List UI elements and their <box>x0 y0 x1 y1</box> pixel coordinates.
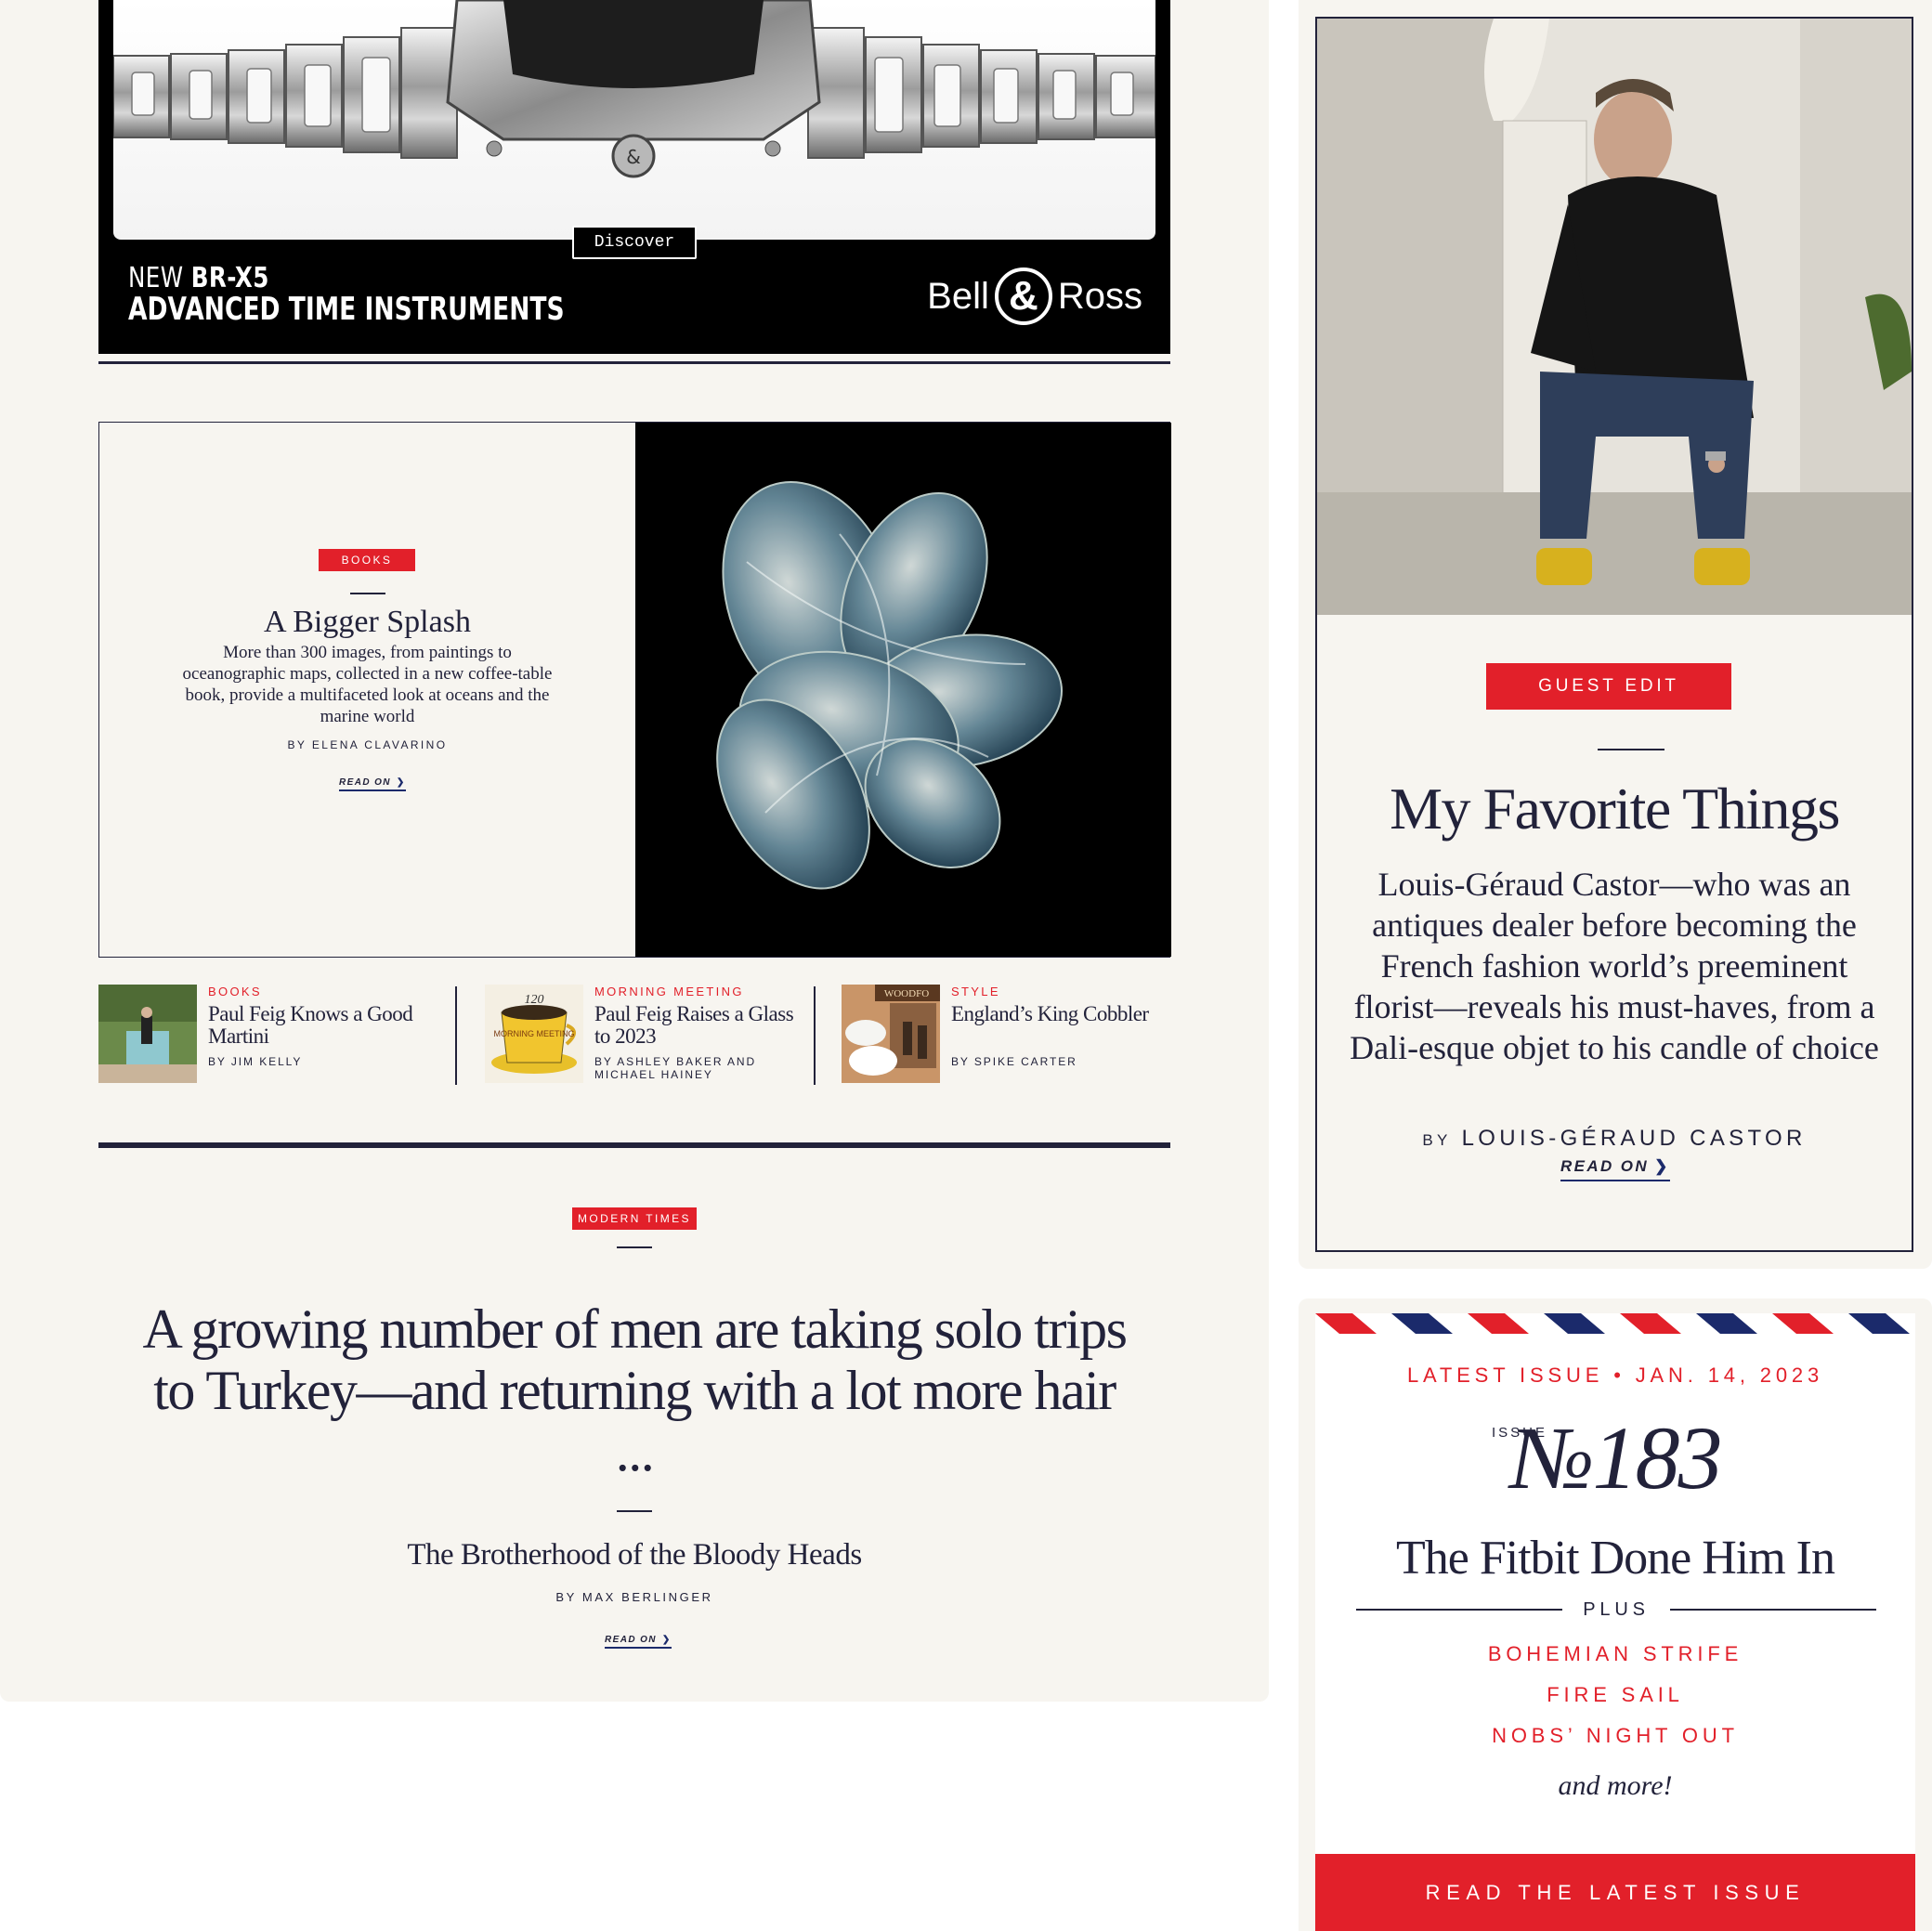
glass-sculpture-image[interactable] <box>635 423 1171 957</box>
issue-cover-story-title[interactable]: The Fitbit Done Him In <box>1315 1531 1915 1585</box>
mini-byline[interactable]: BY SPIKE CARTER <box>951 1055 1077 1068</box>
mini-byline[interactable]: BY JIM KELLY <box>208 1055 302 1068</box>
mini-kicker[interactable]: STYLE <box>951 985 1000 998</box>
section-divider <box>98 1142 1170 1148</box>
and-more-text: and more! <box>1558 1770 1673 1801</box>
feature-byline[interactable]: BY ELENA CLAVARINO <box>99 738 635 751</box>
paul-feig-pool-thumbnail[interactable] <box>98 985 197 1083</box>
issue-story-link[interactable]: FIRE SAIL <box>1315 1683 1915 1707</box>
issue-story-link[interactable]: NOBS’ NIGHT OUT <box>1315 1724 1915 1748</box>
kicker-divider <box>1598 749 1664 750</box>
books-ribbon[interactable]: BOOKS <box>319 549 415 571</box>
watch-ad-image: & <box>113 0 1155 240</box>
guest-edit-box[interactable]: GUEST EDIT My Favorite Things Louis-Géra… <box>1315 17 1913 1252</box>
bell-ross-ad-banner[interactable]: & Discover NEW BR-X5 ADVANCED TIME INSTR… <box>98 0 1170 354</box>
feature-read-on-link[interactable]: READ ON ❯ <box>339 777 406 791</box>
latest-issue-box[interactable]: LATEST ISSUE • JAN. 14, 2023 ISSUE №183 … <box>1315 1313 1915 1931</box>
ad-tagline: NEW BR-X5 ADVANCED TIME INSTRUMENTS <box>128 262 687 328</box>
chevron-right-icon: ❯ <box>396 777 406 788</box>
guest-edit-card: GUEST EDIT My Favorite Things Louis-Géra… <box>1299 0 1932 1269</box>
modern-times-subhead[interactable]: The Brotherhood of the Bloody Heads <box>0 1538 1269 1572</box>
mini-kicker[interactable]: MORNING MEETING <box>594 985 744 998</box>
modern-read-on-link[interactable]: READ ON ❯ <box>605 1635 672 1649</box>
mini-kicker[interactable]: BOOKS <box>208 985 262 998</box>
ampersand-logo-icon: & <box>994 267 1052 325</box>
kicker-divider <box>350 593 385 594</box>
svg-text:&: & <box>626 146 641 168</box>
kicker-divider <box>617 1246 652 1248</box>
mini-headline[interactable]: Paul Feig Knows a Good Martini <box>208 1003 451 1048</box>
guest-edit-byline[interactable]: BY LOUIS-GÉRAUD CASTOR <box>1317 1126 1912 1152</box>
ad-divider <box>98 361 1170 364</box>
feature-story-card[interactable]: BOOKS A Bigger Splash More than 300 imag… <box>98 422 1171 958</box>
ad-model-line: NEW BR-X5 <box>128 262 269 294</box>
mini-story[interactable]: BOOKS Paul Feig Knows a Good Martini BY … <box>98 985 451 1087</box>
mini-byline[interactable]: BY ASHLEY BAKER AND MICHAEL HAINEY <box>594 1055 799 1081</box>
cobbler-shoes-thumbnail[interactable]: WOODFO <box>842 985 940 1083</box>
guest-edit-ribbon[interactable]: GUEST EDIT <box>1486 663 1731 710</box>
airmail-stripe-border <box>1315 1313 1910 1334</box>
mini-headline[interactable]: Paul Feig Raises a Glass to 2023 <box>594 1003 812 1048</box>
mini-headline[interactable]: England’s King Cobbler <box>951 1003 1149 1025</box>
glass-swirl-illustration <box>716 481 1064 890</box>
ad-slogan: ADVANCED TIME INSTRUMENTS <box>128 291 565 328</box>
column-divider <box>455 986 457 1085</box>
guest-edit-title[interactable]: My Favorite Things <box>1317 775 1912 843</box>
louis-geraud-castor-photo[interactable] <box>1317 19 1912 615</box>
issue-number: №183 <box>1510 1408 1723 1507</box>
guest-edit-deck: Louis-Géraud Castor—who was an antiques … <box>1350 866 1879 1066</box>
feature-text-panel: BOOKS A Bigger Splash More than 300 imag… <box>99 423 635 957</box>
issue-story-link[interactable]: BOHEMIAN STRIFE <box>1315 1642 1915 1666</box>
mini-story[interactable]: WOODFO STYLE England’s King Cobbler BY S… <box>842 985 1176 1087</box>
feature-deck: More than 300 images, from paintings to … <box>182 643 553 726</box>
headline-divider <box>617 1510 652 1512</box>
plus-divider: PLUS <box>1356 1596 1877 1624</box>
svg-text:WOODFO: WOODFO <box>884 988 929 999</box>
guest-read-on-link[interactable]: READ ON ❯ <box>1560 1157 1670 1181</box>
morning-meeting-thumbnail[interactable]: 120 MORNING MEETING <box>485 985 583 1083</box>
feature-title[interactable]: A Bigger Splash <box>99 605 635 640</box>
latest-issue-card: LATEST ISSUE • JAN. 14, 2023 ISSUE №183 … <box>1299 1298 1932 1931</box>
discover-button[interactable]: Discover <box>572 226 697 259</box>
main-column: & Discover NEW BR-X5 ADVANCED TIME INSTR… <box>0 0 1269 1702</box>
modern-times-ribbon[interactable]: MODERN TIMES <box>572 1207 697 1230</box>
read-latest-issue-button[interactable]: READ THE LATEST ISSUE <box>1315 1854 1915 1931</box>
svg-text:MORNING MEETING: MORNING MEETING <box>494 1029 575 1038</box>
modern-times-headline[interactable]: A growing number of men are taking solo … <box>130 1298 1139 1482</box>
bell-ross-logo: Bell & Ross <box>927 267 1142 325</box>
mini-story[interactable]: 120 MORNING MEETING MORNING MEETING Paul… <box>485 985 812 1087</box>
watch-bracelet-illustration: & <box>113 0 1155 178</box>
column-divider <box>814 986 816 1085</box>
chevron-right-icon: ❯ <box>661 1635 672 1645</box>
chevron-right-icon: ❯ <box>1654 1157 1670 1175</box>
modern-times-byline[interactable]: BY MAX BERLINGER <box>0 1590 1269 1604</box>
svg-text:120: 120 <box>525 993 544 1007</box>
latest-issue-date: LATEST ISSUE • JAN. 14, 2023 <box>1406 1363 1824 1387</box>
